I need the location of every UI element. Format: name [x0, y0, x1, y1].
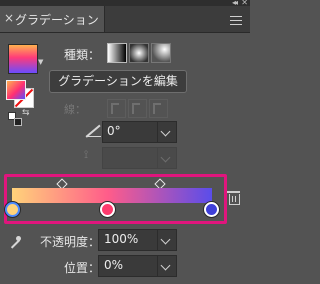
tab-gradient[interactable]: × グラデーション	[0, 6, 105, 32]
stroke-along-icon[interactable]	[128, 99, 147, 118]
opacity-value: 100%	[104, 232, 139, 246]
eyedropper-icon[interactable]	[10, 236, 21, 247]
aspect-ratio-input[interactable]	[102, 147, 158, 169]
stroke-across-icon[interactable]	[149, 99, 168, 118]
opacity-label: 不透明度：	[40, 235, 101, 249]
gradient-slider[interactable]	[12, 188, 212, 203]
gradient-stop-middle[interactable]	[100, 202, 115, 217]
chevron-down-icon	[160, 234, 171, 245]
position-input[interactable]: 0%	[98, 255, 158, 277]
gradient-preview-swatch[interactable]	[8, 44, 38, 74]
angle-icon	[86, 123, 102, 137]
swap-colors-icon[interactable]: ⇆	[22, 108, 30, 118]
tab-title: グラデーション	[15, 13, 99, 27]
stroke-within-icon[interactable]	[107, 99, 126, 118]
aspect-ratio-icon: ⟟	[84, 148, 89, 161]
angle-input[interactable]: 0°	[102, 121, 158, 143]
gradient-stop-start[interactable]	[5, 202, 20, 217]
radial-gradient-icon[interactable]	[129, 43, 149, 63]
opacity-dropdown[interactable]	[157, 229, 177, 251]
fill-swatch[interactable]	[6, 80, 26, 100]
chevron-down-icon	[160, 260, 171, 271]
panel-tab-bar: × グラデーション	[0, 6, 250, 33]
opacity-input[interactable]: 100%	[98, 229, 158, 251]
angle-value: 0°	[107, 124, 121, 138]
position-label: 位置：	[64, 261, 101, 275]
type-label: 種類：	[64, 48, 101, 62]
position-value: 0%	[104, 258, 124, 272]
position-dropdown[interactable]	[157, 255, 177, 277]
stroke-label: 線：	[64, 103, 86, 116]
chevron-down-icon	[160, 126, 171, 137]
swatch-dropdown-icon[interactable]: ▼	[38, 58, 43, 66]
tab-close-icon[interactable]: ×	[4, 11, 14, 25]
gradient-stop-end[interactable]	[204, 202, 219, 217]
delete-stop-icon[interactable]	[227, 191, 240, 205]
panel-menu-icon[interactable]	[230, 16, 242, 25]
linear-gradient-icon[interactable]	[107, 43, 127, 63]
freeform-gradient-icon[interactable]	[151, 43, 171, 63]
edit-gradient-button[interactable]: グラデーションを編集	[49, 70, 187, 93]
default-colors-icon[interactable]	[8, 112, 22, 126]
angle-dropdown[interactable]	[157, 121, 177, 143]
aspect-ratio-dropdown[interactable]	[157, 147, 177, 169]
chevron-down-icon	[160, 152, 171, 163]
